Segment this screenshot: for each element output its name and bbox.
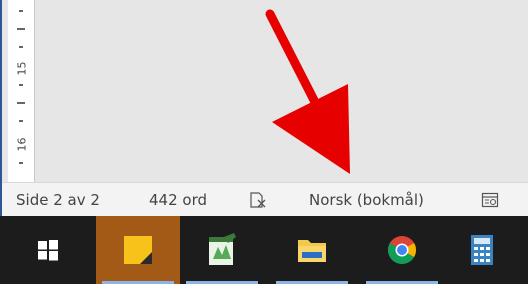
vertical-ruler[interactable]: 15 16 bbox=[8, 0, 35, 182]
taskbar bbox=[0, 216, 528, 284]
page-count[interactable]: Side 2 av 2 bbox=[16, 183, 100, 217]
calculator-icon bbox=[471, 235, 493, 265]
ruler-tick bbox=[19, 84, 23, 86]
taskbar-sticky-notes[interactable] bbox=[96, 216, 180, 284]
ruler-label-16: 16 bbox=[15, 137, 29, 152]
ruler-label-15: 15 bbox=[15, 61, 29, 76]
ruler-tick bbox=[19, 162, 23, 164]
proofing-icon[interactable] bbox=[249, 191, 267, 209]
ruler-tick bbox=[19, 46, 23, 48]
ruler-tick bbox=[19, 10, 23, 12]
project-app-icon bbox=[209, 233, 236, 265]
ruler-tick bbox=[17, 28, 25, 30]
status-bar: Side 2 av 2 442 ord Norsk (bokmål) bbox=[2, 182, 528, 216]
taskbar-calculator[interactable] bbox=[440, 216, 524, 284]
word-count[interactable]: 442 ord bbox=[149, 183, 207, 217]
word-window-bottom: 15 16 Side 2 av 2 442 ord Norsk (bokmål) bbox=[0, 0, 528, 284]
document-area[interactable]: 15 16 bbox=[2, 0, 528, 182]
read-mode-icon[interactable] bbox=[481, 191, 499, 209]
chrome-icon bbox=[388, 236, 416, 264]
taskbar-chrome[interactable] bbox=[360, 216, 444, 284]
ruler-tick bbox=[19, 120, 23, 122]
windows-start-icon bbox=[38, 240, 58, 261]
sticky-notes-icon bbox=[124, 236, 152, 264]
language-indicator[interactable]: Norsk (bokmål) bbox=[309, 183, 424, 217]
start-button[interactable] bbox=[6, 216, 90, 284]
ruler-tick bbox=[17, 102, 25, 104]
file-explorer-icon bbox=[298, 240, 326, 262]
taskbar-project-app[interactable] bbox=[180, 216, 264, 284]
taskbar-file-explorer[interactable] bbox=[270, 216, 354, 284]
